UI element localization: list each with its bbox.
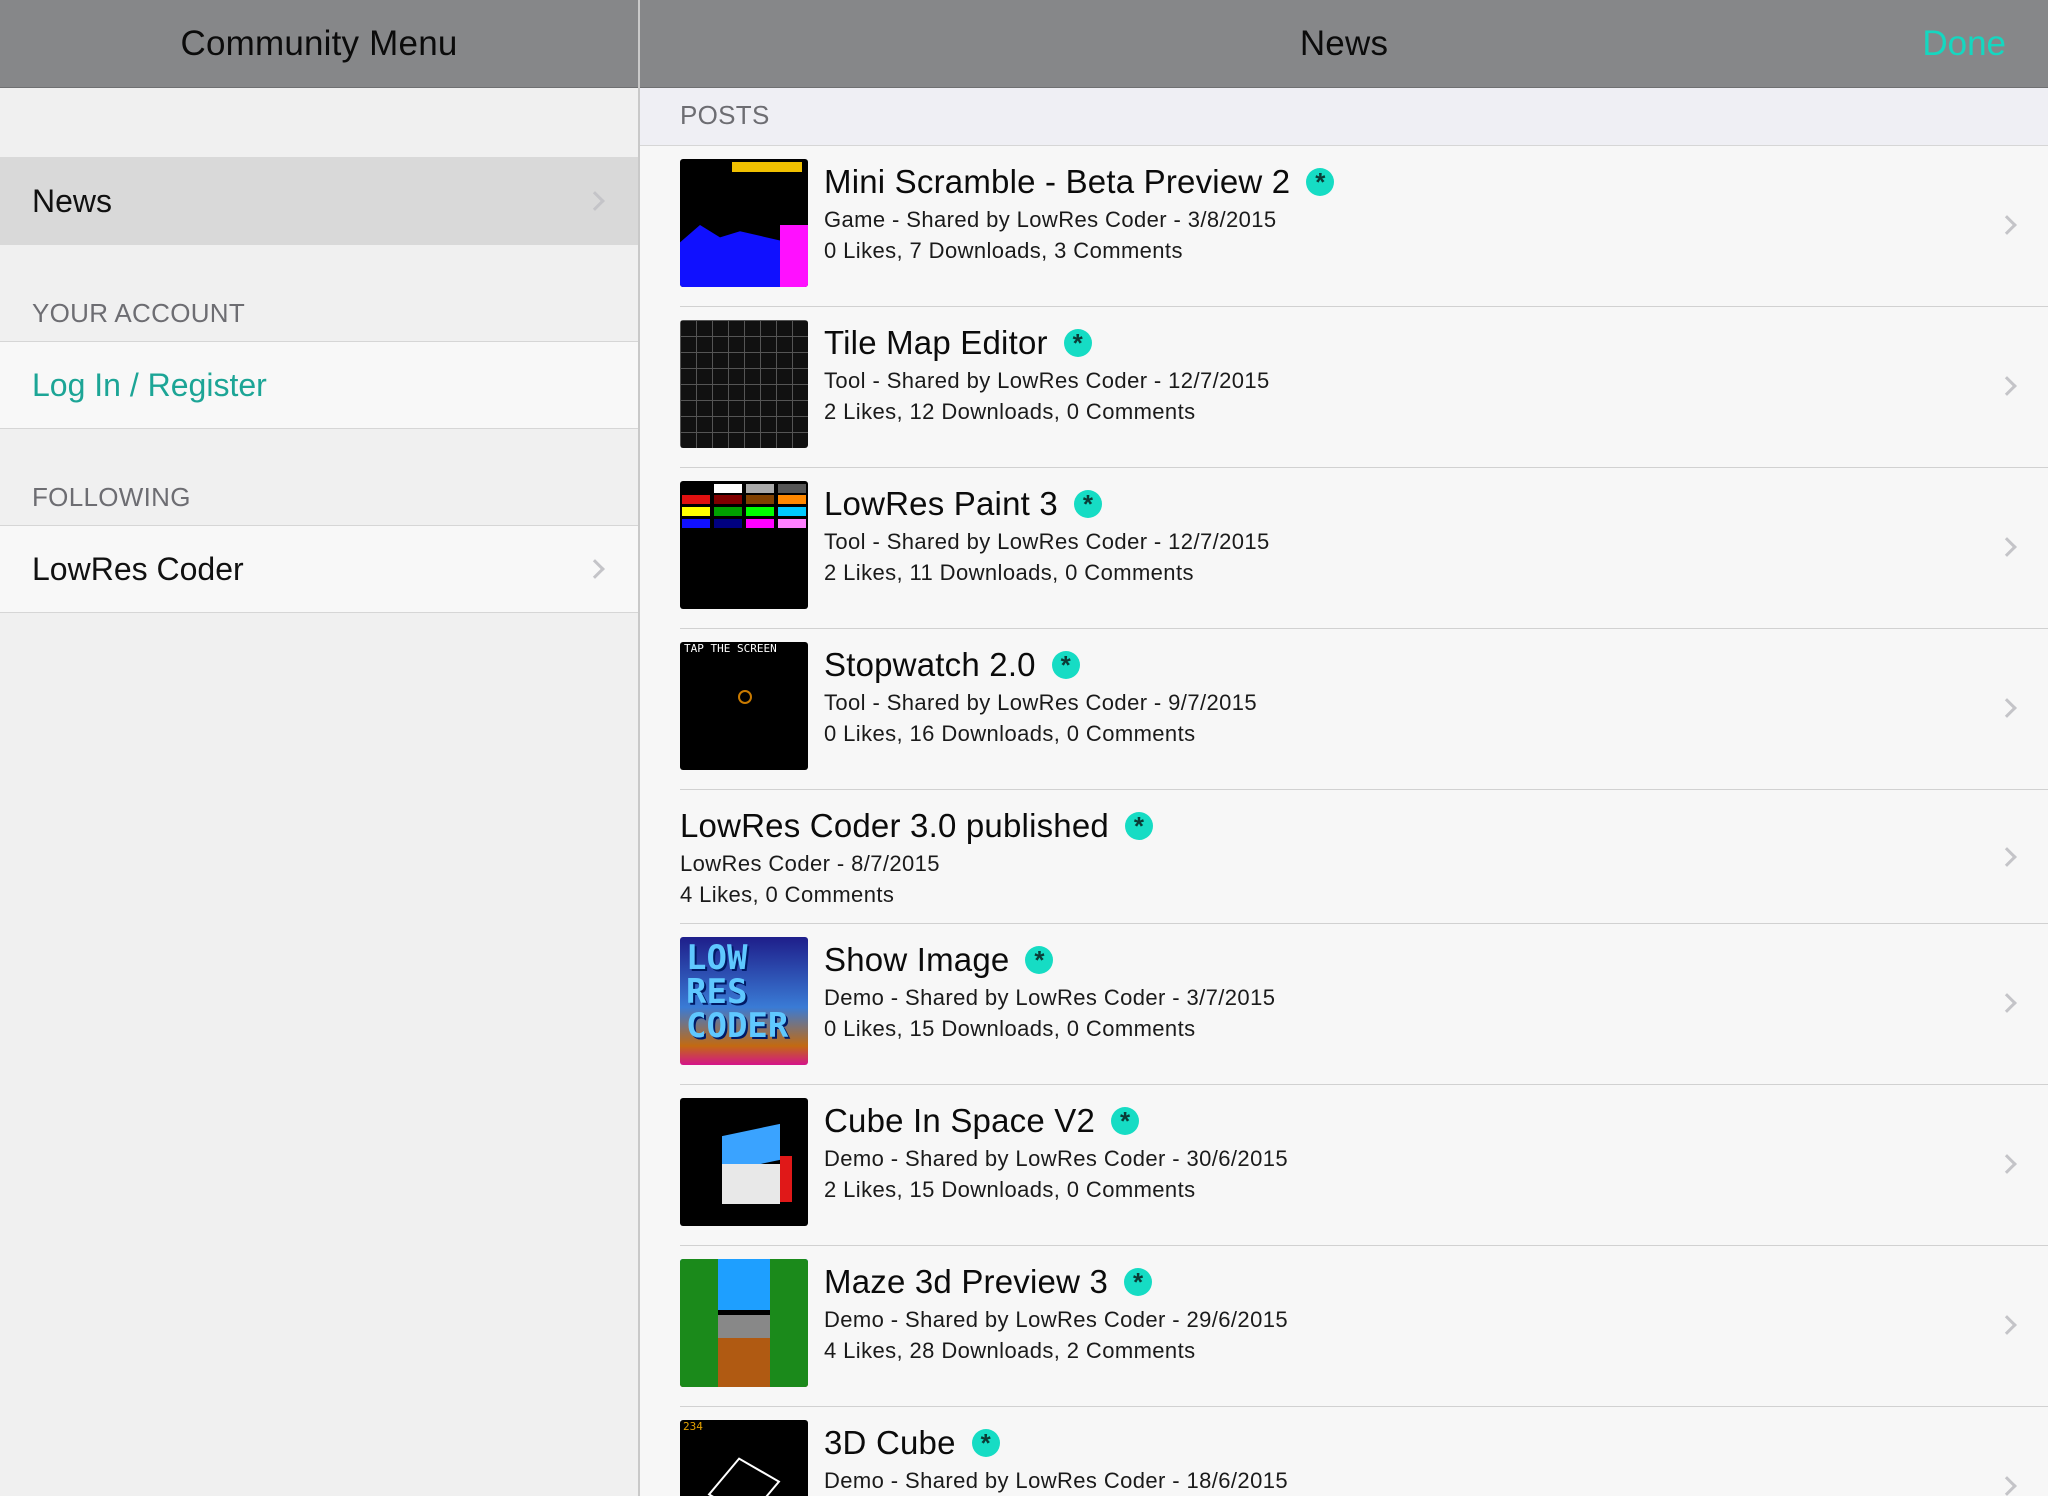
post-subtitle: Demo - Shared by LowRes Coder - 3/7/2015 <box>824 985 1276 1010</box>
post-stats: 4 Likes, 28 Downloads, 2 Comments <box>824 1338 1196 1363</box>
new-star-icon: * <box>1073 490 1102 518</box>
post-stats: 0 Likes, 15 Downloads, 0 Comments <box>824 1016 1196 1041</box>
app-root: Community Menu News YOUR ACCOUNT Log In … <box>0 0 2048 1496</box>
post-stats: 0 Likes, 16 Downloads, 0 Comments <box>824 721 1196 746</box>
post-thumbnail <box>680 1098 808 1226</box>
chevron-right-icon <box>1997 1476 2017 1496</box>
done-button[interactable]: Done <box>1922 0 2006 88</box>
post-title: Maze 3d Preview 3 <box>824 1263 1109 1300</box>
post-row[interactable]: Tile Map Editor * Tool - Shared by LowRe… <box>640 307 2048 468</box>
chevron-right-icon <box>1997 698 2017 718</box>
detail-navbar: News Done <box>640 0 2048 88</box>
post-title: Mini Scramble - Beta Preview 2 <box>824 163 1291 200</box>
thumbnail-text: 234 <box>683 1420 703 1433</box>
new-star-icon: * <box>1124 812 1153 840</box>
post-subtitle: Demo - Shared by LowRes Coder - 30/6/201… <box>824 1146 1288 1171</box>
post-thumbnail <box>680 159 808 287</box>
login-register-link: Log In / Register <box>32 366 267 403</box>
posts-section-header: POSTS <box>640 88 2048 146</box>
thumbnail-text: TAP THE SCREEN <box>684 642 777 655</box>
following-label: LowRes Coder <box>32 550 244 587</box>
section-header-account: YOUR ACCOUNT <box>32 298 246 328</box>
post-title: Show Image <box>824 941 1010 978</box>
chevron-right-icon <box>1997 993 2017 1013</box>
post-thumbnail: 234 <box>680 1420 808 1496</box>
menu-item-label: News <box>32 182 113 219</box>
community-menu-pane: Community Menu News YOUR ACCOUNT Log In … <box>0 0 640 1496</box>
menu-item-login[interactable]: Log In / Register <box>0 341 638 429</box>
post-title: Tile Map Editor <box>824 324 1048 361</box>
new-star-icon: * <box>1124 1268 1153 1296</box>
post-stats: 4 Likes, 0 Comments <box>680 882 895 907</box>
post-stats: 2 Likes, 15 Downloads, 0 Comments <box>824 1177 1196 1202</box>
post-subtitle: Tool - Shared by LowRes Coder - 12/7/201… <box>824 368 1270 393</box>
post-row[interactable]: TAP THE SCREEN Stopwatch 2.0 * Tool - Sh… <box>640 629 2048 790</box>
post-stats: 0 Likes, 7 Downloads, 3 Comments <box>824 238 1183 263</box>
new-star-icon: * <box>1051 651 1080 679</box>
menu-item-following-lowres-coder[interactable]: LowRes Coder <box>0 525 638 613</box>
section-header-following: FOLLOWING <box>32 482 191 512</box>
chevron-right-icon <box>1997 847 2017 867</box>
chevron-right-icon <box>585 559 605 579</box>
post-row[interactable]: LOW RES CODER Show Image * Demo - Shared… <box>640 924 2048 1085</box>
post-row[interactable]: LowRes Paint 3 * Tool - Shared by LowRes… <box>640 468 2048 629</box>
post-title: LowRes Coder 3.0 published <box>680 807 1109 844</box>
new-star-icon: * <box>1063 329 1092 357</box>
new-star-icon: * <box>1025 946 1054 974</box>
chevron-right-icon <box>585 191 605 211</box>
thumbnail-text: LOW RES CODER <box>686 938 789 1046</box>
post-title: LowRes Paint 3 <box>824 485 1058 522</box>
post-subtitle: LowRes Coder - 8/7/2015 <box>680 851 940 876</box>
post-subtitle: Demo - Shared by LowRes Coder - 18/6/201… <box>824 1468 1288 1493</box>
post-title: 3D Cube <box>824 1424 956 1461</box>
post-row[interactable]: Maze 3d Preview 3 * Demo - Shared by Low… <box>640 1246 2048 1407</box>
post-subtitle: Tool - Shared by LowRes Coder - 9/7/2015 <box>824 690 1258 715</box>
post-thumbnail: TAP THE SCREEN <box>680 642 808 770</box>
post-row[interactable]: 234 3D Cube * Demo - Shared by LowRes Co… <box>640 1407 2048 1496</box>
master-navbar: Community Menu <box>0 0 638 88</box>
chevron-right-icon <box>1997 1154 2017 1174</box>
post-thumbnail <box>680 1259 808 1387</box>
chevron-right-icon <box>1997 376 2017 396</box>
post-row[interactable]: Cube In Space V2 * Demo - Shared by LowR… <box>640 1085 2048 1246</box>
post-subtitle: Demo - Shared by LowRes Coder - 29/6/201… <box>824 1307 1288 1332</box>
post-subtitle: Tool - Shared by LowRes Coder - 12/7/201… <box>824 529 1270 554</box>
chevron-right-icon <box>1997 215 2017 235</box>
new-star-icon: * <box>971 1429 1000 1457</box>
post-subtitle: Game - Shared by LowRes Coder - 3/8/2015 <box>824 207 1277 232</box>
post-title: Cube In Space V2 <box>824 1102 1096 1139</box>
chevron-right-icon <box>1997 1315 2017 1335</box>
post-stats: 2 Likes, 12 Downloads, 0 Comments <box>824 399 1196 424</box>
post-thumbnail <box>680 481 808 609</box>
post-row[interactable]: Mini Scramble - Beta Preview 2 * Game - … <box>640 146 2048 307</box>
new-star-icon: * <box>1111 1107 1140 1135</box>
post-stats: 2 Likes, 11 Downloads, 0 Comments <box>824 560 1194 585</box>
detail-title: News <box>1299 23 1389 63</box>
chevron-right-icon <box>1997 537 2017 557</box>
post-title: Stopwatch 2.0 <box>824 646 1036 683</box>
news-pane: News Done POSTS Mini Scramble - Beta Pre… <box>640 0 2048 1496</box>
menu-item-news[interactable]: News <box>0 157 638 245</box>
clock-icon <box>738 690 752 704</box>
post-thumbnail <box>680 320 808 448</box>
new-star-icon: * <box>1306 168 1335 196</box>
post-row[interactable]: LowRes Coder 3.0 published * LowRes Code… <box>640 790 2048 924</box>
post-thumbnail: LOW RES CODER <box>680 937 808 1065</box>
master-title: Community Menu <box>180 23 458 63</box>
